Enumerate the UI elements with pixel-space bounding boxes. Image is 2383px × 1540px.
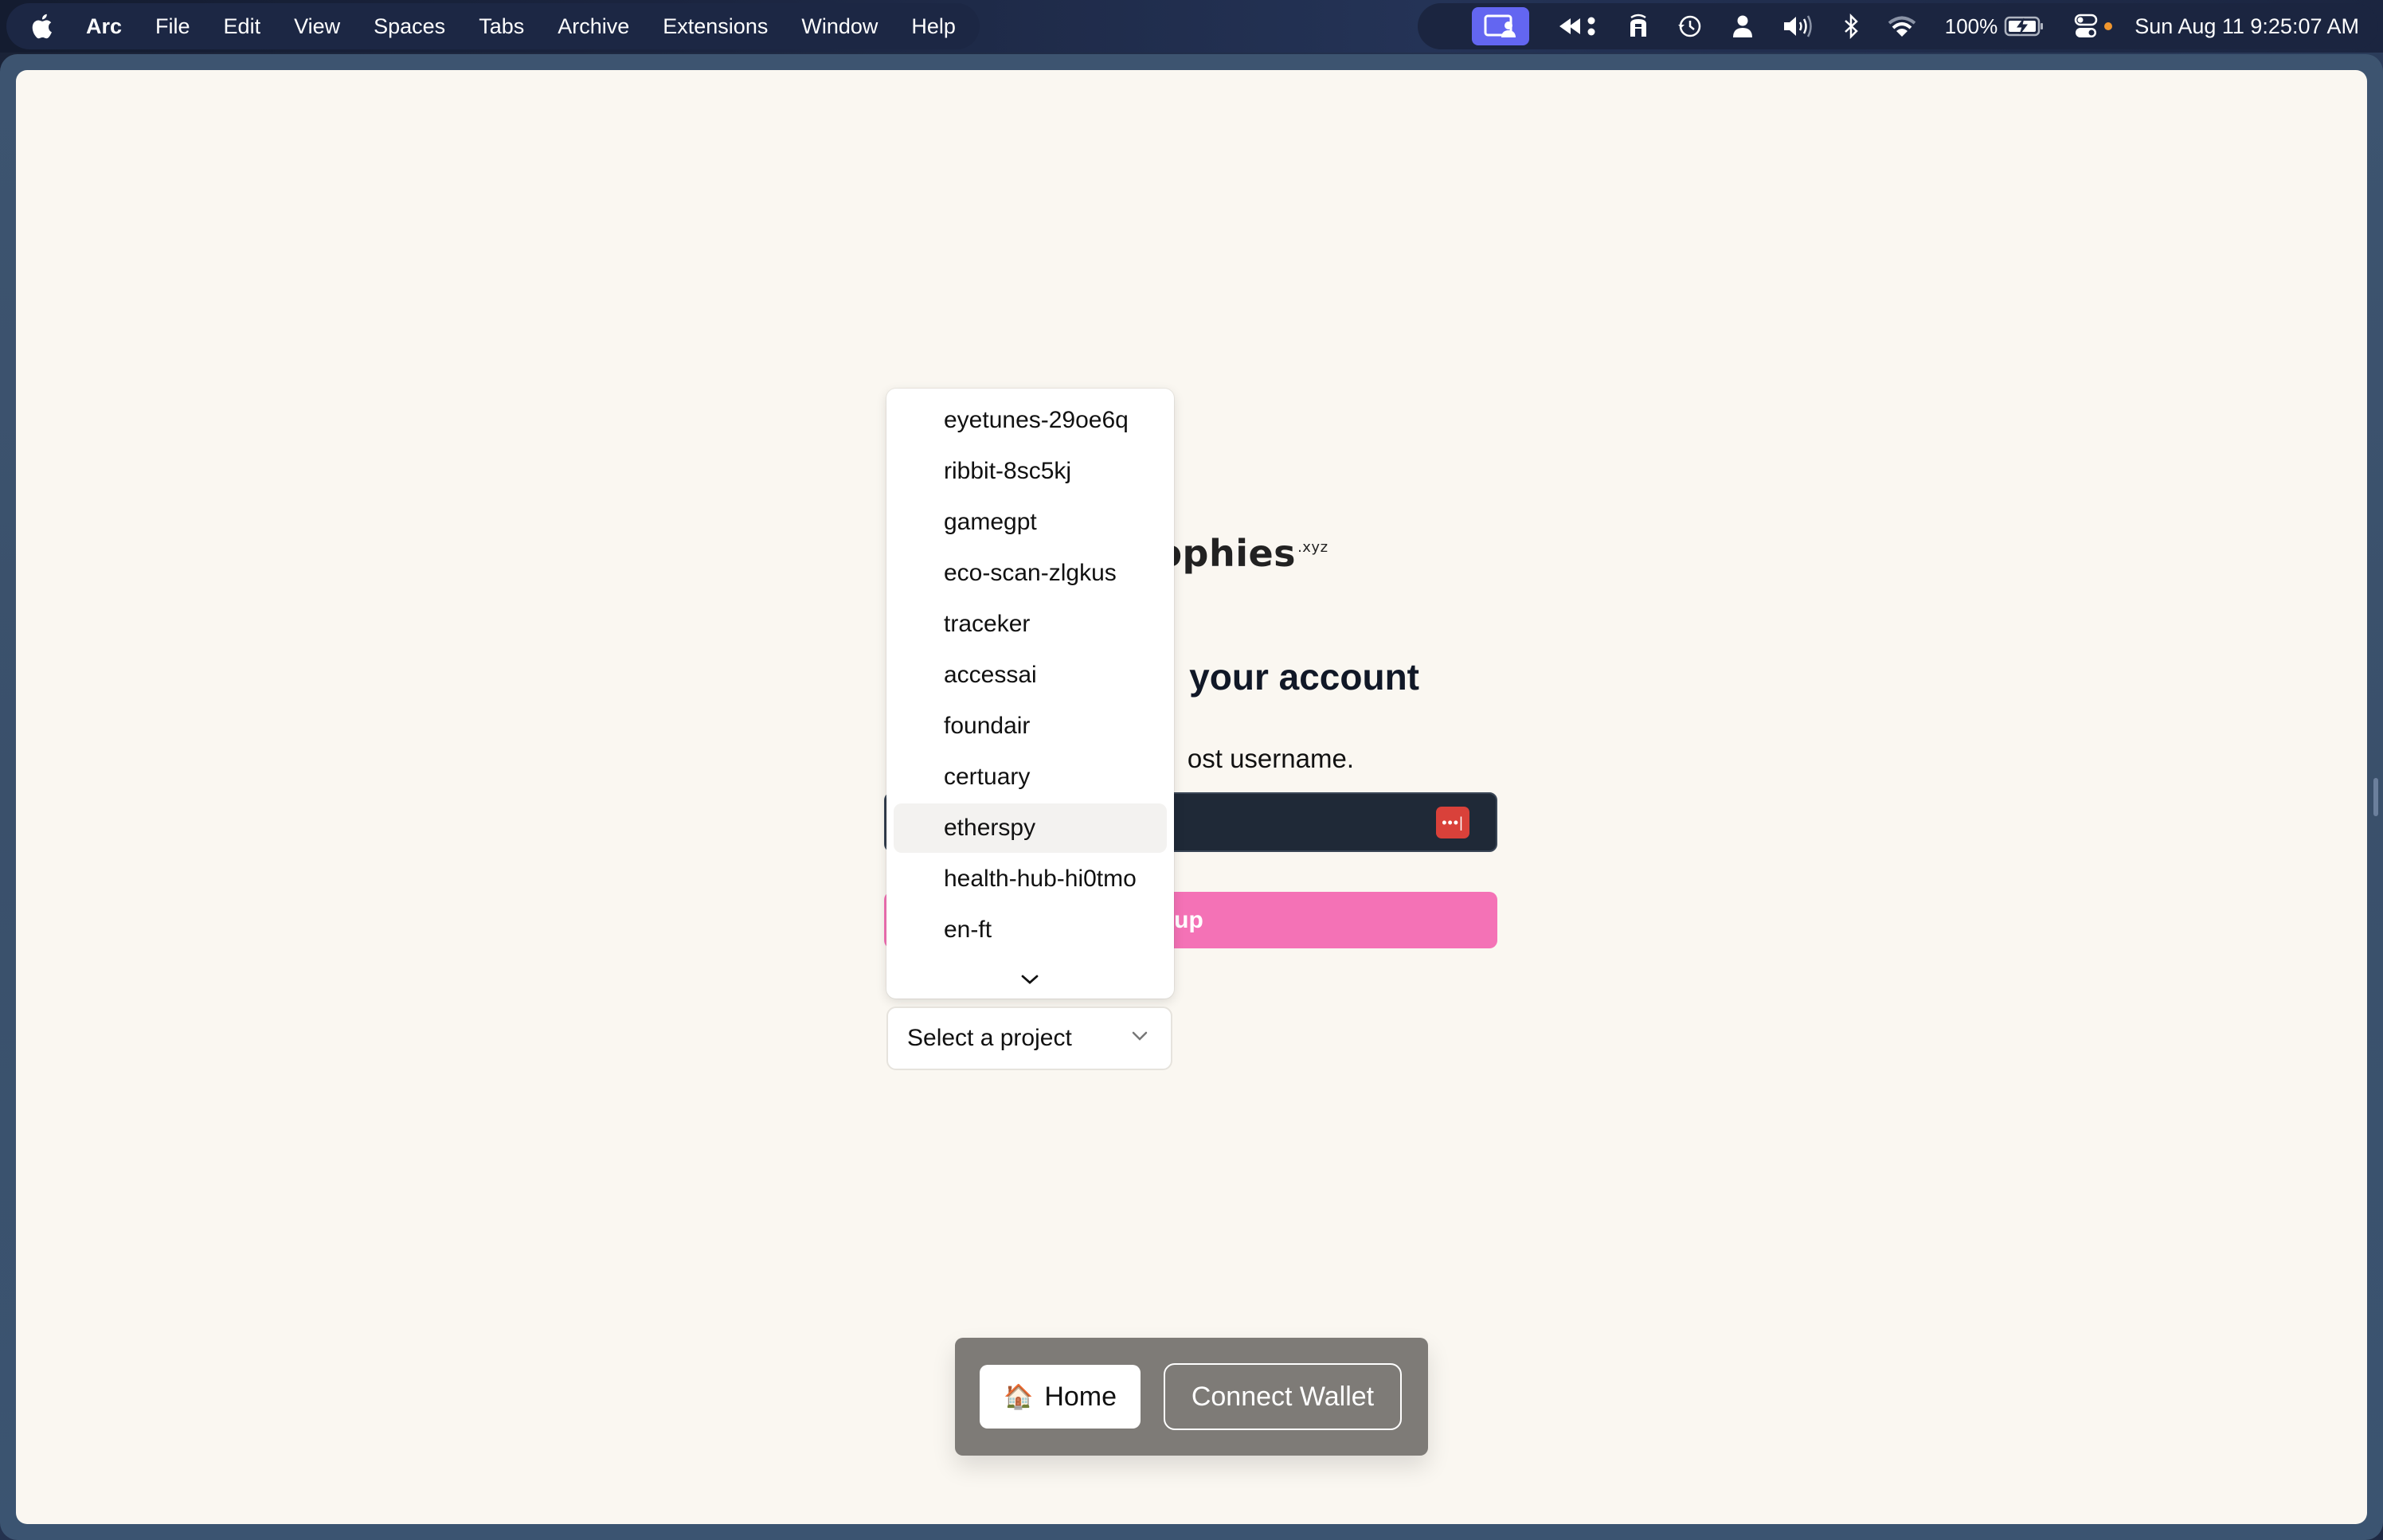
rewind-icon[interactable] <box>1558 14 1599 38</box>
battery-percent: 100% <box>1944 14 1998 38</box>
connect-wallet-button[interactable]: Connect Wallet <box>1164 1363 1402 1430</box>
menu-window[interactable]: Window <box>801 14 878 39</box>
project-select[interactable]: Select a project <box>886 1006 1172 1070</box>
menu-app-name[interactable]: Arc <box>86 14 122 39</box>
volume-icon[interactable] <box>1782 14 1814 38</box>
menu-spaces[interactable]: Spaces <box>374 14 445 39</box>
bottom-nav-bar: 🏠 Home Connect Wallet <box>955 1338 1428 1456</box>
menu-view[interactable]: View <box>294 14 340 39</box>
dropdown-option-highlighted[interactable]: etherspy <box>894 803 1167 853</box>
dropdown-option[interactable]: eco-scan-zlgkus <box>894 549 1167 598</box>
apple-menu-icon[interactable] <box>30 13 53 40</box>
menu-file[interactable]: File <box>155 14 190 39</box>
home-button[interactable]: 🏠 Home <box>980 1365 1141 1429</box>
password-manager-icon[interactable]: •••| <box>1436 807 1469 838</box>
dropdown-option[interactable]: en-ft <box>894 905 1167 955</box>
web-page: ophies .xyz your account ost username. ••… <box>16 70 2367 1524</box>
menu-edit[interactable]: Edit <box>224 14 261 39</box>
dropdown-option[interactable]: certuary <box>894 752 1167 802</box>
house-icon: 🏠 <box>1003 1383 1034 1410</box>
logo-suffix: .xyz <box>1297 539 1328 556</box>
menu-clock[interactable]: Sun Aug 11 9:25:07 AM <box>2135 14 2359 39</box>
battery-charging-icon[interactable] <box>2004 16 2045 37</box>
time-machine-icon[interactable] <box>1677 14 1703 39</box>
control-center-icon[interactable] <box>2074 14 2098 39</box>
menu-tabs[interactable]: Tabs <box>479 14 524 39</box>
home-button-label: Home <box>1044 1381 1117 1412</box>
helmet-icon[interactable] <box>1628 13 1649 40</box>
screen-share-icon[interactable] <box>1471 7 1529 45</box>
menu-help[interactable]: Help <box>911 14 956 39</box>
dropdown-option[interactable]: foundair <box>894 702 1167 751</box>
chevron-down-icon <box>1131 1030 1148 1046</box>
project-dropdown-menu: eyetunes-29oe6q ribbit-8sc5kj gamegpt ec… <box>886 389 1174 999</box>
user-icon[interactable] <box>1731 14 1754 38</box>
dropdown-option[interactable]: ribbit-8sc5kj <box>894 447 1167 496</box>
dropdown-option[interactable]: accessai <box>894 651 1167 700</box>
dropdown-option[interactable]: eyetunes-29oe6q <box>894 396 1167 445</box>
macos-menu-bar: Arc File Edit View Spaces Tabs Archive E… <box>0 0 2383 53</box>
wifi-icon[interactable] <box>1888 15 1916 37</box>
recording-indicator-dot <box>2104 22 2113 30</box>
dropdown-option[interactable]: traceker <box>894 600 1167 649</box>
logo-text: ophies <box>1156 532 1297 575</box>
menu-extensions[interactable]: Extensions <box>663 14 768 39</box>
bluetooth-icon[interactable] <box>1843 14 1859 39</box>
project-select-value: Select a project <box>907 1025 1072 1051</box>
dropdown-option[interactable]: gamegpt <box>894 498 1167 547</box>
scroll-down-chevron-icon[interactable] <box>1014 970 1046 989</box>
window-scrollbar-thumb[interactable] <box>2373 778 2378 816</box>
dropdown-option[interactable]: health-hub-hi0tmo <box>894 854 1167 904</box>
menu-archive[interactable]: Archive <box>558 14 629 39</box>
status-area: 100% Sun Aug 11 9:25:07 AM <box>1471 0 2359 53</box>
app-menu: Arc File Edit View Spaces Tabs Archive E… <box>30 0 989 53</box>
connect-wallet-label: Connect Wallet <box>1191 1381 1375 1412</box>
